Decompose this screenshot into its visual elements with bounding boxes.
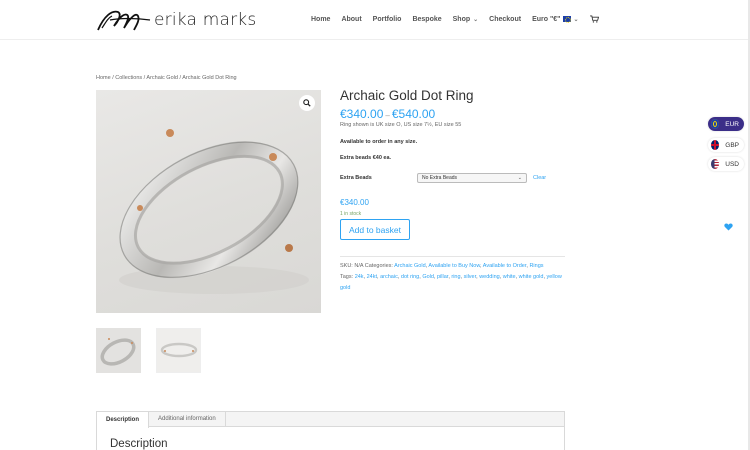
eu-flag-icon [711, 119, 720, 129]
tag-link[interactable]: 24kt [367, 274, 377, 280]
categories-label: Categories: [364, 263, 393, 269]
category-link[interactable]: Available to Buy Now [428, 263, 480, 269]
thumbnail-image [160, 342, 198, 358]
product-thumbnail[interactable] [96, 328, 141, 373]
nav-shop[interactable]: Shop ⌄ [453, 16, 479, 23]
search-icon [303, 99, 311, 107]
eu-flag-icon [562, 16, 571, 23]
currency-option-usd[interactable]: USD [708, 157, 744, 171]
nav-bespoke[interactable]: Bespoke [412, 16, 441, 23]
chevron-down-icon: ⌄ [473, 16, 479, 23]
tag-link[interactable]: ring [451, 274, 460, 280]
site-header: erika marks Home About Portfolio Bespoke… [0, 0, 750, 40]
tags-label: Tags: [340, 274, 354, 280]
extra-beads-select[interactable]: No Extra Beads ⌄ [417, 173, 527, 183]
nav-portfolio-label: Portfolio [372, 15, 402, 23]
chevron-down-icon: ⌄ [517, 175, 522, 181]
price-range: €340.00– €540.00 [340, 107, 435, 121]
category-link[interactable]: Rings [529, 263, 543, 269]
size-note: Ring shown is UK size O, US size 7½, EU … [340, 122, 462, 128]
category-link[interactable]: Available to Order [483, 263, 527, 269]
tab-bar: Description Additional information [97, 412, 564, 428]
nav-about-label: About [341, 15, 362, 23]
cart-icon[interactable] [589, 15, 599, 23]
main-nav: Home About Portfolio Bespoke Shop ⌄ Check… [311, 15, 610, 23]
tag-link[interactable]: white [503, 274, 516, 280]
uk-flag-icon [711, 140, 720, 150]
stock-status: 1 in stock [340, 211, 362, 217]
ring-photo [119, 129, 309, 294]
zoom-button[interactable] [299, 95, 315, 111]
tag-link[interactable]: white gold [519, 274, 544, 280]
tag-link[interactable]: dot ring [401, 274, 419, 280]
product-meta: SKU: N/A Categories: Archaic Gold, Avail… [340, 263, 562, 291]
description-heading: Description [110, 438, 168, 450]
currency-option-eur[interactable]: EUR [708, 117, 744, 131]
order-note: Available to order in any size. [340, 139, 418, 145]
beads-note: Extra beads €40 ea. [340, 155, 392, 161]
price-max: €540.00 [391, 107, 436, 121]
product-thumbnail[interactable] [156, 328, 201, 373]
nav-currency[interactable]: Euro "€" ⌄ [532, 15, 579, 23]
tab-description[interactable]: Description [97, 412, 150, 428]
us-flag-icon [711, 159, 720, 169]
currency-code: GBP [725, 141, 739, 149]
product-main-image[interactable] [96, 90, 321, 313]
breadcrumb[interactable]: Home / Collections / Archaic Gold / Arch… [96, 75, 237, 81]
brand-name: erika marks [154, 10, 257, 30]
price-min: €340.00 [340, 107, 384, 121]
thumbnail-image [100, 338, 136, 366]
nav-home[interactable]: Home [311, 16, 330, 23]
currency-code: USD [725, 160, 739, 168]
nav-checkout-label: Checkout [489, 15, 522, 23]
chevron-down-icon: ⌄ [573, 16, 579, 23]
sku-value: N/A [354, 263, 364, 269]
tag-link[interactable]: Gold [422, 274, 434, 280]
variation-price: €340.00 [340, 198, 369, 207]
nav-bespoke-label: Bespoke [412, 15, 442, 23]
tag-link[interactable]: pillar [437, 274, 448, 280]
tag-link[interactable]: silver [464, 274, 477, 280]
product-tabs: Description Additional information Descr… [96, 411, 565, 450]
nav-portfolio[interactable]: Portfolio [373, 16, 402, 23]
tag-link[interactable]: archaic [380, 274, 398, 280]
add-to-basket-button[interactable]: Add to basket [340, 219, 410, 240]
clear-link[interactable]: Clear [533, 175, 546, 181]
nav-about[interactable]: About [341, 16, 361, 23]
tag-link[interactable]: wedding [479, 274, 500, 280]
variation-label: Extra Beads [340, 175, 372, 181]
select-value: No Extra Beads [422, 175, 458, 181]
nav-shop-label: Shop [452, 15, 471, 23]
nav-home-label: Home [311, 15, 331, 23]
nav-currency-label: Euro "€" [532, 15, 561, 23]
meta-divider [340, 256, 565, 257]
sku-label: SKU: [340, 263, 353, 269]
currency-option-gbp[interactable]: GBP [708, 138, 744, 152]
category-link[interactable]: Archaic Gold [394, 263, 426, 269]
site-logo[interactable]: erika marks [96, 6, 256, 34]
product-title: Archaic Gold Dot Ring [340, 88, 474, 103]
currency-code: EUR [725, 120, 739, 128]
tab-additional-information[interactable]: Additional information [149, 412, 226, 426]
heart-icon[interactable] [724, 223, 733, 231]
tag-link[interactable]: 24k [355, 274, 364, 280]
logo-mark-icon [97, 10, 151, 31]
nav-checkout[interactable]: Checkout [489, 16, 521, 23]
price-separator: – [385, 111, 390, 120]
